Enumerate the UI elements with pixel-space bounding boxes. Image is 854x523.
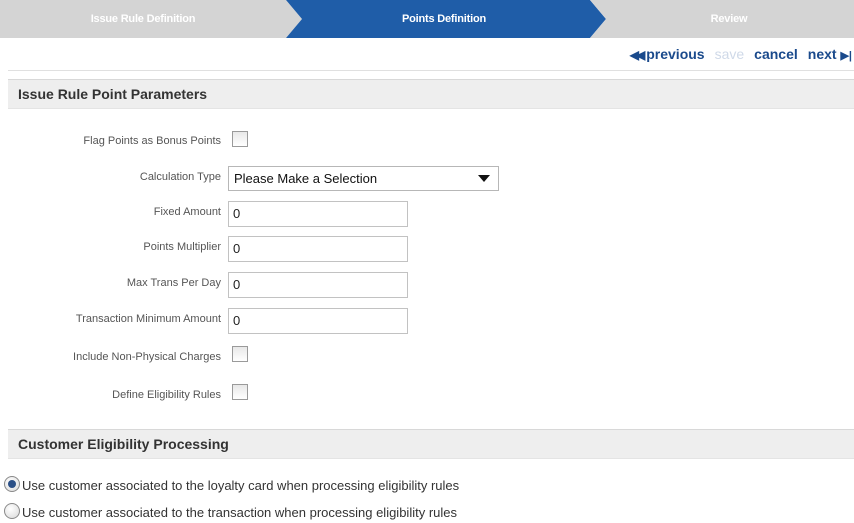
eligibility-option-label: Use customer associated to the loyalty c… <box>22 478 460 493</box>
row-fixed-amount: Fixed Amount 0 <box>0 201 854 227</box>
radio-button-selected[interactable] <box>4 476 20 492</box>
radio-button[interactable] <box>4 503 20 519</box>
section-header-customer-eligibility: Customer Eligibility Processing <box>8 429 854 459</box>
wizard-steps: Issue Rule Definition Points Definition … <box>0 0 854 38</box>
previous-link[interactable]: ◀◀ previous <box>630 46 705 62</box>
flag-bonus-checkbox[interactable] <box>232 131 248 147</box>
flag-bonus-label: Flag Points as Bonus Points <box>83 135 221 147</box>
row-transaction-minimum: Transaction Minimum Amount 0 <box>0 308 854 334</box>
points-multiplier-input[interactable]: 0 <box>228 236 408 262</box>
cancel-link[interactable]: cancel <box>754 46 798 62</box>
calculation-type-value: Please Make a Selection <box>234 171 378 186</box>
next-label: next <box>807 46 837 62</box>
wizard-nav: ◀◀ previous save cancel next ▶| <box>630 44 854 64</box>
non-physical-checkbox[interactable] <box>232 346 248 362</box>
row-max-trans-per-day: Max Trans Per Day 0 <box>0 272 854 298</box>
step-points-definition[interactable]: Points Definition <box>300 0 588 38</box>
eligibility-option-label: Use customer associated to the transacti… <box>22 505 457 520</box>
non-physical-label: Include Non-Physical Charges <box>73 351 221 363</box>
calculation-type-select[interactable]: Please Make a Selection <box>228 166 499 191</box>
fixed-amount-input[interactable]: 0 <box>228 201 408 227</box>
calculation-type-label: Calculation Type <box>139 171 221 183</box>
chevron-down-icon <box>478 175 490 182</box>
row-flag-bonus: Flag Points as Bonus Points <box>0 130 854 156</box>
previous-label: previous <box>646 46 705 62</box>
double-left-arrow-icon: ◀◀ <box>629 48 646 62</box>
row-points-multiplier: Points Multiplier 0 <box>0 236 854 262</box>
row-calculation-type: Calculation Type Please Make a Selection <box>0 166 854 192</box>
points-multiplier-label: Points Multiplier <box>143 241 221 253</box>
row-non-physical: Include Non-Physical Charges <box>0 346 854 372</box>
next-link[interactable]: next ▶| <box>808 46 852 62</box>
divider <box>8 70 854 71</box>
transaction-minimum-label: Transaction Minimum Amount <box>75 313 221 325</box>
transaction-minimum-input[interactable]: 0 <box>228 308 408 334</box>
section-title: Customer Eligibility Processing <box>18 436 229 452</box>
eligibility-rules-label: Define Eligibility Rules <box>112 389 221 401</box>
step-issue-rule-definition[interactable]: Issue Rule Definition <box>0 0 286 38</box>
step-review[interactable]: Review <box>604 0 854 38</box>
eligibility-rules-checkbox[interactable] <box>232 384 248 400</box>
next-end-arrow-icon: ▶| <box>840 50 852 62</box>
save-link: save <box>714 46 745 62</box>
max-trans-label: Max Trans Per Day <box>126 277 221 289</box>
row-eligibility-rules: Define Eligibility Rules <box>0 384 854 410</box>
section-title: Issue Rule Point Parameters <box>18 86 208 102</box>
section-header-point-parameters: Issue Rule Point Parameters <box>8 79 854 109</box>
max-trans-input[interactable]: 0 <box>228 272 408 298</box>
fixed-amount-label: Fixed Amount <box>153 206 221 218</box>
